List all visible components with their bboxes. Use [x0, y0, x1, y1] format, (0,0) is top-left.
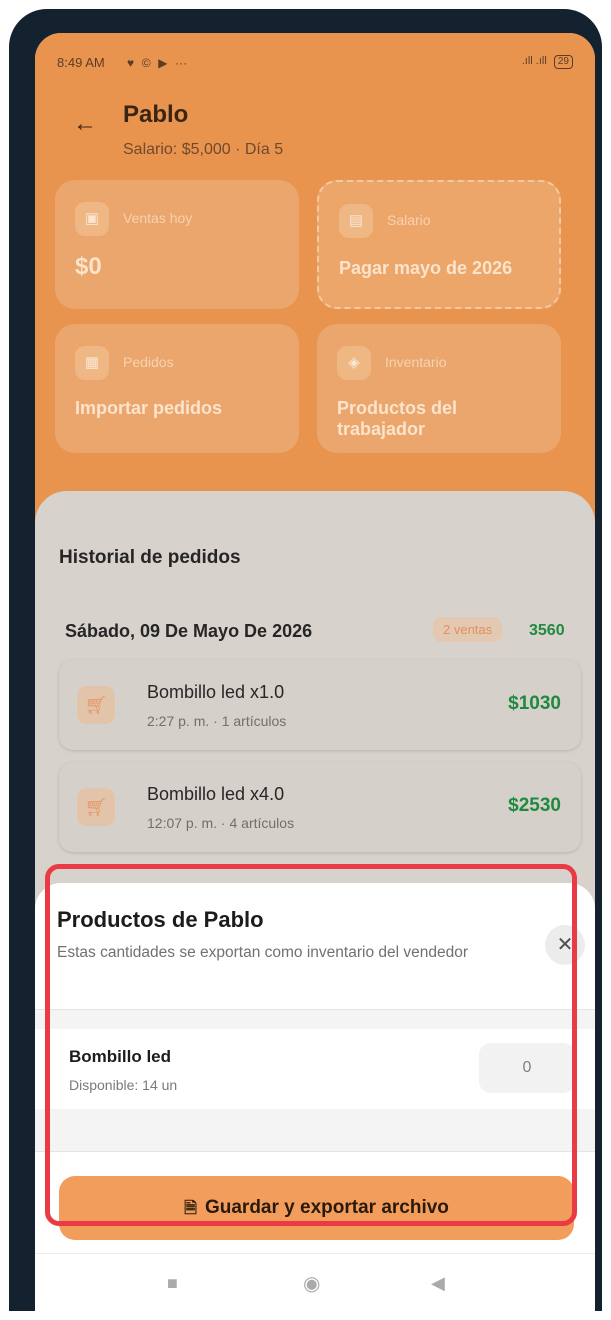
order-name: Bombillo led x4.0 — [147, 784, 285, 804]
page-title: Pablo — [123, 101, 189, 128]
cart-icon: 🛒︎ — [77, 686, 115, 724]
sales-today-value: $0 — [75, 253, 102, 280]
order-item[interactable]: 🛒︎ Bombillo led x4.0 12:07 p. m. · 4 art… — [59, 762, 581, 852]
status-right: .ıll .ıll 29 — [522, 55, 573, 69]
sales-today-card[interactable]: ▣ Ventas hoy $0 — [55, 180, 299, 309]
id-card-icon: ▤ — [339, 204, 373, 238]
order-meta: 12:07 p. m. · 4 artículos — [147, 815, 295, 831]
order-amount: $2530 — [508, 795, 561, 816]
play-icon: ▶ — [158, 56, 168, 70]
day-total: 3560 — [529, 622, 565, 639]
box-icon: ◈ — [337, 346, 371, 380]
home-icon[interactable]: ◉ — [303, 1271, 320, 1296]
pay-salary-value: Pagar mayo de 2026 — [339, 258, 513, 278]
signal-icon: .ıll .ıll — [521, 55, 547, 67]
inventory-value-line1: Productos del — [337, 398, 458, 418]
history-title: Historial de pedidos — [59, 547, 241, 568]
file-icon: ▦ — [75, 346, 109, 380]
order-amount: $1030 — [508, 693, 561, 714]
status-bar: 8:49 AM ♥ © ▶ ··· .ıll .ıll 29 — [57, 55, 573, 75]
inventory-value-line2: trabajador — [337, 419, 426, 439]
salary-card[interactable]: ▤ Salario Pagar mayo de 2026 — [317, 180, 561, 309]
cart-icon: 🛒︎ — [77, 788, 115, 826]
nav-back-icon[interactable]: ◀ — [431, 1273, 445, 1294]
order-item[interactable]: 🛒︎ Bombillo led x1.0 2:27 p. m. · 1 artí… — [59, 660, 581, 750]
sales-today-label: Ventas hoy — [123, 210, 193, 226]
salary-label: Salario — [387, 212, 431, 228]
more-icon: ··· — [175, 56, 188, 70]
divider — [35, 1253, 595, 1254]
status-notification-icons: ♥ © ▶ ··· — [123, 55, 187, 70]
import-orders-value: Importar pedidos — [75, 398, 223, 418]
battery-icon: 29 — [553, 55, 573, 69]
highlight-box — [45, 864, 577, 1226]
orders-card[interactable]: ▦ Pedidos Importar pedidos — [55, 324, 299, 453]
inventory-card[interactable]: ◈ Inventario Productos del trabajador — [317, 324, 561, 453]
order-meta: 2:27 p. m. · 1 artículos — [147, 713, 287, 729]
worker-header-area: 8:49 AM ♥ © ▶ ··· .ıll .ıll 29 ← Pablo S… — [35, 33, 595, 533]
whatsapp-icon: © — [141, 56, 151, 70]
heart-icon: ♥ — [127, 56, 135, 70]
status-time: 8:49 AM — [57, 55, 105, 70]
cash-icon: ▣ — [75, 202, 109, 236]
salary-subtitle: Salario: $5,000 · Día 5 — [123, 141, 284, 158]
inventory-label: Inventario — [385, 354, 447, 370]
sales-count-badge: 2 ventas — [433, 617, 503, 642]
recent-apps-icon[interactable]: ■ — [167, 1273, 178, 1294]
order-name: Bombillo led x1.0 — [147, 682, 285, 702]
orders-label: Pedidos — [123, 354, 174, 370]
back-arrow-icon[interactable]: ← — [73, 112, 97, 136]
inventory-value: Productos del trabajador — [337, 398, 457, 440]
system-nav-bar: ■ ◉ ◀ — [35, 1261, 595, 1311]
history-date: Sábado, 09 De Mayo De 2026 — [65, 621, 313, 641]
